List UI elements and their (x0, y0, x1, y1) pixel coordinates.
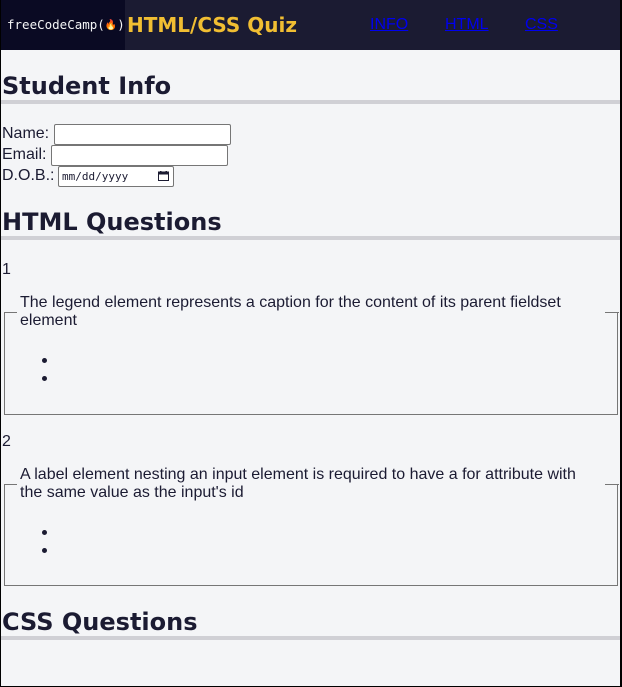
divider (1, 636, 620, 640)
question-number: 1 (2, 261, 11, 278)
question-legend: The legend element represents a caption … (20, 294, 561, 329)
dob-date-input[interactable]: mm/dd/yyyy (58, 166, 174, 187)
section-heading-html-questions: HTML Questions (2, 208, 222, 236)
question-number: 2 (2, 433, 11, 450)
fieldset-border-right (605, 312, 619, 313)
dob-placeholder: mm/dd/yyyy (62, 170, 129, 183)
answer-list-item (42, 548, 47, 553)
logo-text: freeCodeCamp( (7, 17, 105, 32)
nav-link-css[interactable]: CSS (525, 16, 558, 34)
section-heading-css-questions: CSS Questions (2, 608, 198, 636)
calendar-icon[interactable] (158, 171, 169, 181)
fieldset-border-right (605, 484, 619, 485)
divider (1, 236, 620, 240)
answer-list-item (42, 358, 47, 363)
dob-label: D.O.B.: (2, 167, 55, 184)
header: freeCodeCamp(🔥) HTML/CSS Quiz INFO HTML … (1, 0, 620, 50)
fieldset-border-left (5, 484, 17, 485)
email-input[interactable] (51, 145, 228, 166)
logo-close-paren: ) (117, 17, 125, 32)
nav-link-html[interactable]: HTML (445, 16, 489, 34)
answer-list-item (42, 530, 47, 535)
answer-list-item (42, 376, 47, 381)
section-heading-student-info: Student Info (2, 72, 172, 100)
flame-icon: 🔥 (104, 20, 118, 31)
nav-link-info[interactable]: INFO (370, 16, 408, 34)
fieldset-border-left (5, 312, 17, 313)
freecodecamp-logo[interactable]: freeCodeCamp(🔥) (1, 0, 125, 50)
page: freeCodeCamp(🔥) HTML/CSS Quiz INFO HTML … (1, 0, 620, 686)
email-label: Email: (2, 146, 47, 163)
name-input[interactable] (54, 124, 231, 145)
name-label: Name: (2, 125, 50, 142)
page-title: HTML/CSS Quiz (127, 13, 297, 37)
question-legend: A label element nesting an input element… (20, 466, 576, 501)
divider (1, 100, 620, 104)
